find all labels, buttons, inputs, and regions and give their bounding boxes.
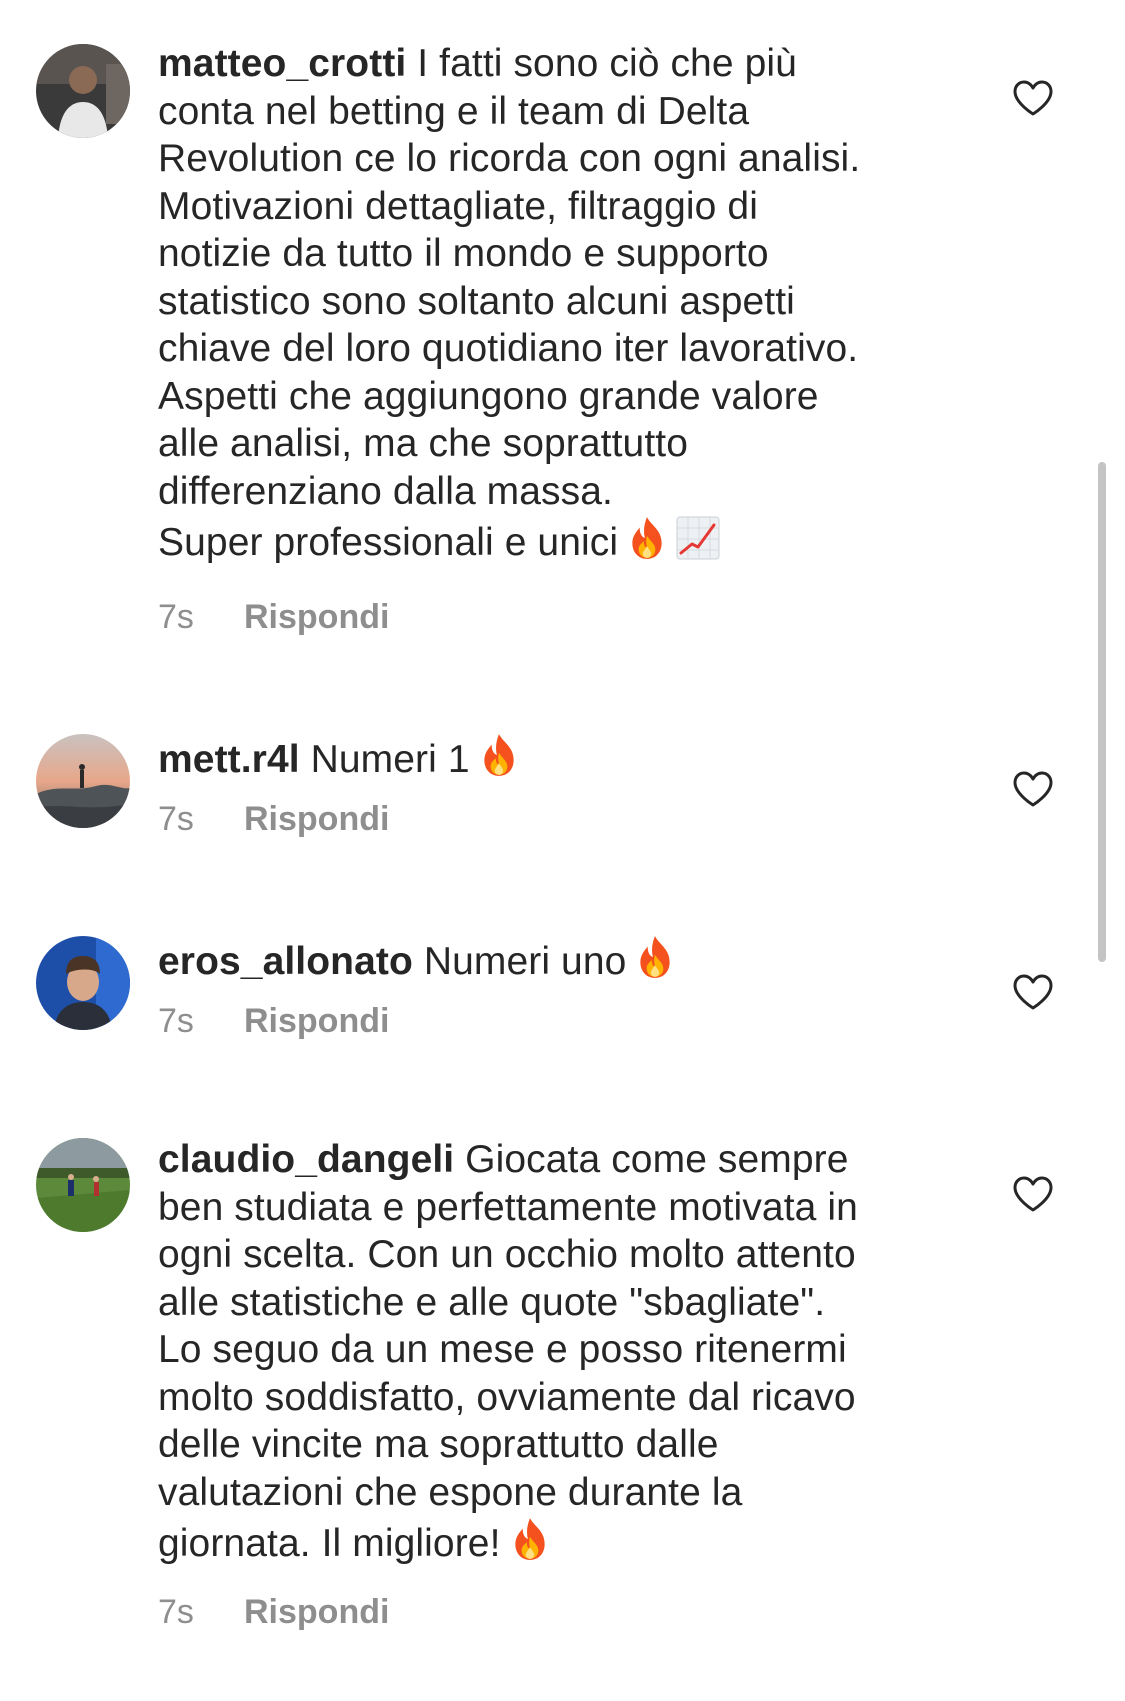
- reply-button[interactable]: Rispondi: [244, 598, 389, 636]
- fire-emoji-icon: [509, 1516, 551, 1562]
- comment-body: claudio_dangeli Giocata come sempre ben …: [158, 1136, 948, 1568]
- comment-username[interactable]: mett.r4l: [158, 738, 300, 781]
- comment-text: Giocata come sempre ben studiata e perfe…: [158, 1138, 858, 1565]
- comment-time: 7s: [158, 598, 194, 636]
- chart-increasing-emoji-icon: [676, 515, 720, 561]
- avatar[interactable]: [36, 1138, 130, 1232]
- comment-meta: 7s Rispondi: [158, 598, 389, 637]
- comment-body: matteo_crotti I fatti sono ciò che più c…: [158, 40, 948, 567]
- comment-text: Numeri 1: [299, 738, 470, 781]
- reply-button[interactable]: Rispondi: [244, 1002, 389, 1040]
- comment-time: 7s: [158, 800, 194, 838]
- heart-outline-icon[interactable]: [1012, 79, 1054, 117]
- comment-time: 7s: [158, 1002, 194, 1040]
- comment-username[interactable]: eros_allonato: [158, 940, 413, 983]
- comment-body: eros_allonato Numeri uno: [158, 934, 948, 986]
- heart-outline-icon[interactable]: [1012, 770, 1054, 808]
- comment-username[interactable]: claudio_dangeli: [158, 1138, 454, 1181]
- heart-outline-icon[interactable]: [1012, 1175, 1054, 1213]
- comment-time: 7s: [158, 1593, 194, 1631]
- fire-emoji-icon: [634, 934, 676, 980]
- avatar[interactable]: [36, 936, 130, 1030]
- comment-meta: 7s Rispondi: [158, 1002, 389, 1041]
- comment-body: mett.r4l Numeri 1: [158, 732, 948, 784]
- scrollbar[interactable]: [1098, 462, 1106, 962]
- reply-button[interactable]: Rispondi: [244, 1593, 389, 1631]
- comment-username[interactable]: matteo_crotti: [158, 42, 406, 85]
- heart-outline-icon[interactable]: [1012, 973, 1054, 1011]
- avatar[interactable]: [36, 44, 130, 138]
- comment-meta: 7s Rispondi: [158, 800, 389, 839]
- avatar[interactable]: [36, 734, 130, 828]
- comment-text: Numeri uno: [412, 940, 627, 983]
- fire-emoji-icon: [626, 515, 668, 561]
- comment-text: I fatti sono ciò che più conta nel betti…: [158, 42, 861, 564]
- reply-button[interactable]: Rispondi: [244, 800, 389, 838]
- fire-emoji-icon: [478, 732, 520, 778]
- comment-meta: 7s Rispondi: [158, 1593, 389, 1632]
